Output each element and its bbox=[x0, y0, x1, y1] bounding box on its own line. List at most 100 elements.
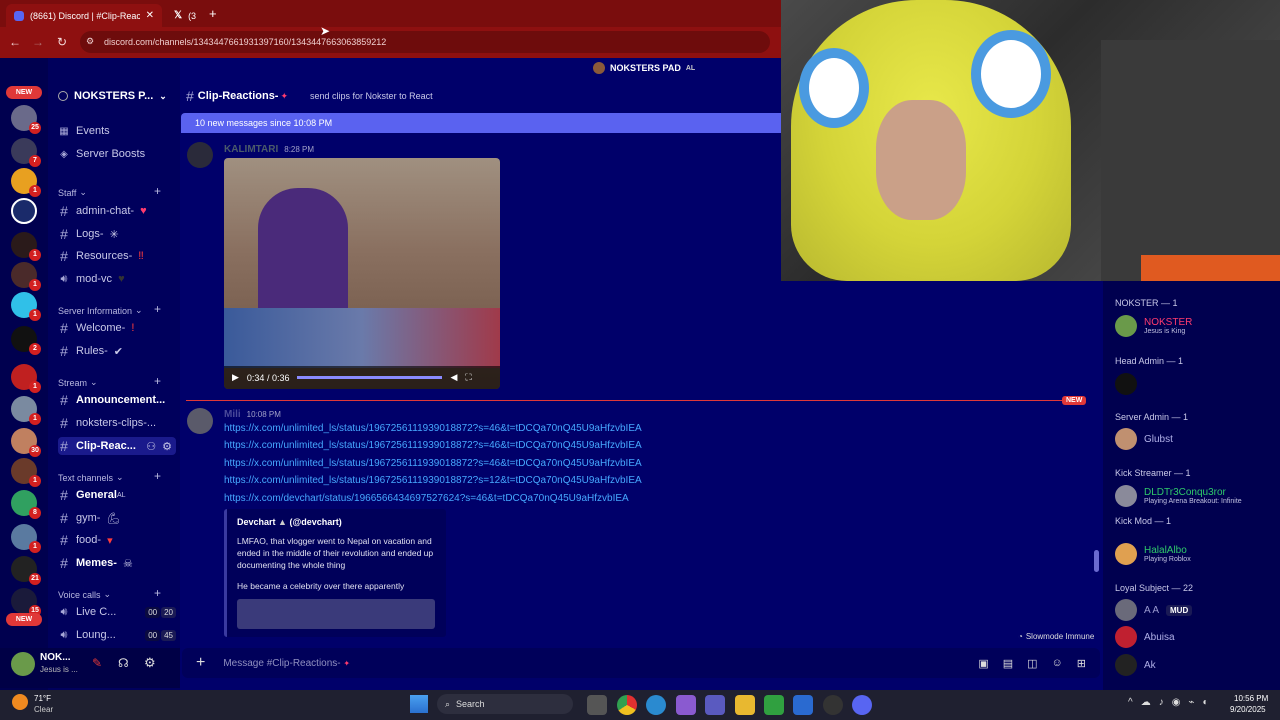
channel-noksters-clips[interactable]: # noksters-clips-... bbox=[58, 414, 176, 432]
fullscreen-icon[interactable]: ⛶ bbox=[465, 372, 471, 383]
server-icon-2[interactable]: 7 bbox=[11, 138, 41, 167]
channel-general[interactable]: # General AL bbox=[58, 486, 176, 504]
embed-author[interactable]: Devchart ▲ (@devchart) bbox=[237, 517, 436, 527]
member-row[interactable]: A A MUD bbox=[1115, 597, 1193, 623]
channel-resources[interactable]: # Resources- ‼ bbox=[58, 247, 176, 265]
address-bar[interactable]: discord.com/channels/1343447661931397160… bbox=[80, 31, 770, 53]
back-button[interactable]: ← bbox=[7, 34, 23, 50]
mute-mic-icon[interactable]: ✎ bbox=[92, 656, 102, 670]
message-input[interactable]: Message #Clip-Reactions- ✦ bbox=[223, 658, 978, 669]
browser-tab-discord[interactable]: (8661) Discord | #Clip-Reaction ✕ bbox=[6, 4, 162, 27]
channel-live[interactable]: 🔊︎ Live C... 00 20 bbox=[58, 603, 176, 621]
server-icon-7[interactable]: 1 bbox=[11, 292, 41, 321]
emoji-icon[interactable]: ☺ bbox=[1052, 657, 1063, 669]
server-icon-5[interactable]: 1 bbox=[11, 232, 41, 261]
server-icon-12[interactable]: 1 bbox=[11, 458, 41, 487]
server-icon-16[interactable]: 15 bbox=[11, 588, 41, 617]
server-icon-14[interactable]: 1 bbox=[11, 524, 41, 553]
channel-food[interactable]: # food- ▾ bbox=[58, 531, 176, 549]
message-avatar[interactable] bbox=[187, 408, 213, 434]
channel-gym[interactable]: # gym- 💪︎ bbox=[58, 509, 176, 527]
member-row[interactable]: Glubst bbox=[1115, 426, 1173, 452]
close-tab-icon[interactable]: ✕ bbox=[146, 10, 154, 21]
server-icon-4[interactable] bbox=[11, 198, 37, 224]
server-icon-6[interactable]: 1 bbox=[11, 262, 41, 291]
weather-icon[interactable] bbox=[12, 694, 28, 710]
scrollbar[interactable] bbox=[1094, 550, 1099, 572]
user-avatar[interactable] bbox=[11, 652, 35, 676]
xbox-icon[interactable] bbox=[764, 695, 784, 715]
play-icon[interactable]: ▶ bbox=[232, 372, 239, 383]
member-row[interactable]: HalalAlbo Playing Roblox bbox=[1115, 541, 1191, 567]
message-link[interactable]: https://x.com/unlimited_ls/status/196725… bbox=[224, 437, 642, 454]
message-link[interactable]: https://x.com/unlimited_ls/status/196725… bbox=[224, 472, 642, 489]
server-icon-3[interactable]: 1 bbox=[11, 168, 41, 197]
channel-welcome[interactable]: # Welcome-! bbox=[58, 319, 176, 337]
server-icon-1[interactable]: 25 bbox=[11, 105, 41, 134]
channel-mod-vc[interactable]: 🔊︎ mod-vc ♥ bbox=[58, 270, 176, 288]
server-icon-10[interactable]: 1 bbox=[11, 396, 41, 425]
new-messages-bar[interactable]: 10 new messages since 10:08 PM bbox=[181, 113, 781, 133]
headphones-icon[interactable]: ☊ bbox=[118, 656, 129, 670]
volume-icon[interactable]: ◀ bbox=[450, 372, 457, 383]
windows-start-icon[interactable] bbox=[410, 695, 428, 713]
file-explorer-icon[interactable] bbox=[735, 695, 755, 715]
message-author[interactable]: KALIMTARI 8:28 PM bbox=[224, 144, 314, 155]
server-icon-8[interactable]: 2 bbox=[11, 326, 41, 355]
channel-admin-chat[interactable]: # admin-chat- ♥ bbox=[58, 202, 176, 220]
sidebar-item-events[interactable]: ▦ Events bbox=[58, 122, 176, 140]
server-icon-11[interactable]: 30 bbox=[11, 428, 41, 457]
apps-icon[interactable]: ⊞ bbox=[1077, 657, 1086, 670]
category-text-channels[interactable]: Text channels ⌄ bbox=[58, 472, 168, 483]
forward-button[interactable]: → bbox=[30, 34, 46, 50]
category-stream[interactable]: Stream ⌄ bbox=[58, 377, 168, 388]
channel-memes[interactable]: # Memes- ☠ bbox=[58, 554, 176, 572]
message-link[interactable]: https://x.com/devchart/status/1966566434… bbox=[224, 490, 642, 507]
message-link[interactable]: https://x.com/unlimited_ls/status/196725… bbox=[224, 420, 642, 437]
server-name-header[interactable]: NOKSTERS P... ⌄ bbox=[58, 86, 178, 106]
obs-icon[interactable] bbox=[823, 695, 843, 715]
clock-date[interactable]: 9/20/2025 bbox=[1230, 705, 1266, 714]
channel-clip-reactions[interactable]: # Clip-Reac... ⚇ ⚙ bbox=[58, 437, 176, 455]
video-attachment[interactable]: ▶ 0:34 / 0:36 ◀ ⛶ bbox=[224, 158, 500, 389]
member-row[interactable]: Abuisa bbox=[1115, 624, 1175, 650]
add-channel-staff-button[interactable]: + bbox=[154, 184, 161, 198]
channel-announcements[interactable]: # Announcement... bbox=[58, 391, 176, 409]
add-channel-info-button[interactable]: + bbox=[154, 302, 161, 316]
discord-taskbar-icon[interactable] bbox=[852, 695, 872, 715]
add-channel-text-button[interactable]: + bbox=[154, 469, 161, 483]
clock-time[interactable]: 10:56 PM bbox=[1234, 694, 1268, 703]
sidebar-item-boosts[interactable]: ◈ Server Boosts bbox=[58, 145, 176, 163]
member-row[interactable]: Ak bbox=[1115, 652, 1156, 678]
video-progress-bar[interactable] bbox=[297, 376, 443, 379]
server-icon-13[interactable]: 8 bbox=[11, 490, 41, 519]
category-voice-calls[interactable]: Voice calls ⌄ bbox=[58, 589, 168, 600]
add-channel-voice-button[interactable]: + bbox=[154, 586, 161, 600]
add-channel-stream-button[interactable]: + bbox=[154, 374, 161, 388]
message-author[interactable]: Mili 10:08 PM bbox=[224, 409, 281, 420]
taskbar-search[interactable]: ⌕ Search bbox=[437, 694, 573, 714]
channel-rules[interactable]: # Rules- ✔ bbox=[58, 342, 176, 360]
new-unreads-pill-bottom[interactable]: NEW bbox=[6, 613, 42, 626]
link-embed[interactable]: Devchart ▲ (@devchart) LMFAO, that vlogg… bbox=[224, 509, 446, 637]
chrome-icon[interactable] bbox=[617, 695, 637, 715]
gift-icon[interactable]: ▣ bbox=[978, 657, 988, 670]
store-icon[interactable] bbox=[793, 695, 813, 715]
category-staff[interactable]: Staff ⌄ bbox=[58, 187, 168, 198]
browser-tab-x[interactable]: 𝕏 (3 bbox=[166, 4, 200, 27]
message-link[interactable]: https://x.com/unlimited_ls/status/196725… bbox=[224, 455, 642, 472]
gif-icon[interactable]: ▤ bbox=[1003, 657, 1013, 670]
message-avatar[interactable] bbox=[187, 142, 213, 168]
new-tab-button[interactable]: + bbox=[209, 6, 217, 21]
category-server-information[interactable]: Server Information ⌄ bbox=[58, 305, 168, 316]
site-info-icon[interactable]: ⚙ bbox=[86, 36, 94, 47]
teams-icon[interactable] bbox=[705, 695, 725, 715]
attach-plus-icon[interactable]: + bbox=[196, 654, 205, 672]
member-row[interactable]: DLDTr3Conqu3ror Playing Arena Breakout: I… bbox=[1115, 483, 1242, 509]
channel-logs[interactable]: # Logs- ✳ bbox=[58, 225, 176, 243]
member-row[interactable]: NOKSTER Jesus is King bbox=[1115, 313, 1192, 339]
sticker-icon[interactable]: ◫ bbox=[1027, 657, 1037, 670]
taskview-icon[interactable] bbox=[587, 695, 607, 715]
reload-button[interactable]: ↻ bbox=[54, 34, 70, 50]
gear-icon[interactable]: ⚙ bbox=[162, 440, 172, 453]
